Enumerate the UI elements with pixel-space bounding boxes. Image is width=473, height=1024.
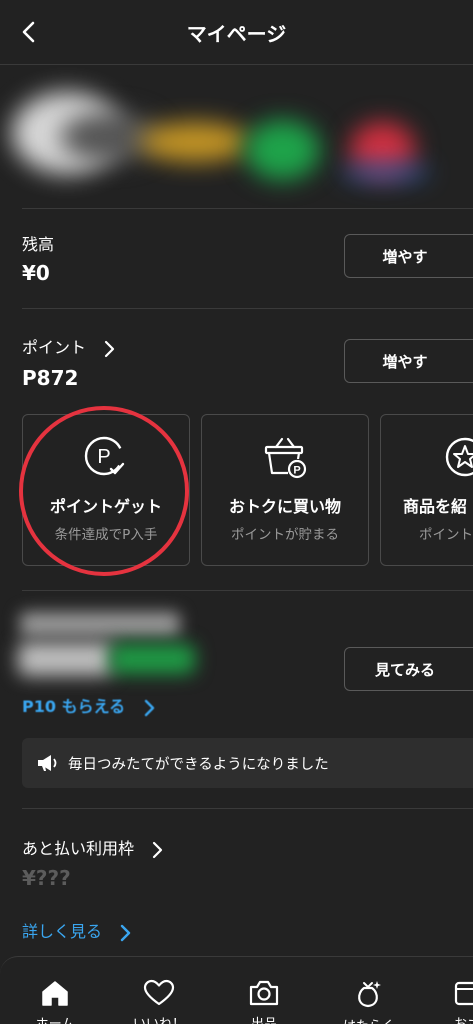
money-bag-icon (358, 981, 381, 1008)
header: マイページ (0, 0, 473, 64)
page-title: マイページ (186, 22, 287, 46)
divider (22, 808, 473, 809)
nav-likes[interactable]: いいね！ (124, 979, 194, 1024)
promo-badge-blur (110, 644, 195, 674)
balance-value: ¥0 (22, 261, 50, 285)
points-label: ポイント (22, 338, 87, 357)
bottom-nav: ホーム いいね！ 出品 はたらく (0, 956, 473, 1024)
balance-increase-button[interactable]: 増やす (344, 234, 473, 278)
promo-reward-label: P10 もらえる (22, 697, 126, 716)
point-check-icon: P (84, 436, 125, 476)
card-title: 商品を紹 (403, 497, 468, 516)
nav-label: おさ (432, 1013, 473, 1024)
card-refer-item[interactable]: 商品を紹 ポイント (380, 414, 473, 566)
card-subtitle: ポイントが貯まる (231, 527, 339, 543)
credit-details-label: 詳しく見る (22, 922, 103, 941)
divider (22, 308, 473, 309)
divider (22, 208, 473, 209)
card-point-get[interactable]: P ポイントゲット 条件達成でP入手 (22, 414, 190, 566)
points-increase-button[interactable]: 増やす (344, 339, 473, 383)
card-subtitle: 条件達成でP入手 (54, 527, 158, 543)
profile-blurred-area[interactable] (0, 72, 473, 202)
card-shop-deals[interactable]: P おトクに買い物 ポイントが貯まる (201, 414, 369, 566)
card-title: ポイントゲット (49, 497, 162, 516)
chevron-right-icon (105, 340, 115, 357)
card-title: おトクに買い物 (228, 497, 341, 516)
points-link[interactable]: ポイント (22, 334, 115, 358)
card-subtitle: ポイント (419, 527, 473, 543)
chevron-right-icon (120, 924, 131, 941)
wallet-icon (454, 981, 473, 1006)
heart-icon (143, 979, 175, 1006)
credit-details-link[interactable]: 詳しく見る (22, 918, 131, 942)
credit-limit-link[interactable]: あと払い利用枠 (22, 835, 163, 859)
balance-label: 残高 (22, 235, 55, 254)
megaphone-icon (38, 755, 57, 771)
promo-title-blur (20, 612, 180, 636)
nav-home[interactable]: ホーム (20, 979, 90, 1024)
svg-text:P: P (97, 446, 110, 468)
basket-point-icon: P (264, 437, 307, 479)
nav-label: ホーム (20, 1013, 90, 1024)
nav-label: 出品 (229, 1013, 299, 1024)
points-value: P872 (22, 366, 79, 390)
camera-icon (249, 980, 279, 1006)
nav-wallet[interactable]: おさ (432, 979, 473, 1024)
chevron-right-icon (153, 841, 163, 858)
star-badge-icon (445, 437, 473, 477)
header-divider (0, 64, 473, 65)
profile-badge-blur-green (245, 120, 320, 180)
nav-sell[interactable]: 出品 (229, 979, 299, 1024)
home-icon (42, 981, 68, 1006)
profile-badge-blur-blue (340, 162, 430, 182)
promo-text-blur (18, 642, 113, 676)
chevron-right-icon (144, 699, 154, 716)
nav-label: はたらく (334, 1015, 404, 1024)
credit-label: あと払い利用枠 (22, 839, 135, 858)
notice-text: 毎日つみたてができるようになりました (68, 756, 329, 773)
divider (22, 590, 473, 591)
svg-text:P: P (293, 465, 300, 477)
promo-view-button[interactable]: 見てみる (344, 647, 473, 691)
nav-work[interactable]: はたらく (334, 979, 404, 1024)
promo-reward-link[interactable]: P10 もらえる (22, 693, 155, 717)
notice-banner[interactable]: 毎日つみたてができるようになりました (22, 738, 473, 788)
credit-value: ¥??? (22, 866, 71, 890)
my-page: マイページ 残高 ¥0 増やす ポイント P872 増やす P ポイントゲット … (0, 0, 473, 1024)
nav-label: いいね！ (124, 1013, 194, 1024)
profile-badge-blur-yellow (140, 122, 250, 162)
